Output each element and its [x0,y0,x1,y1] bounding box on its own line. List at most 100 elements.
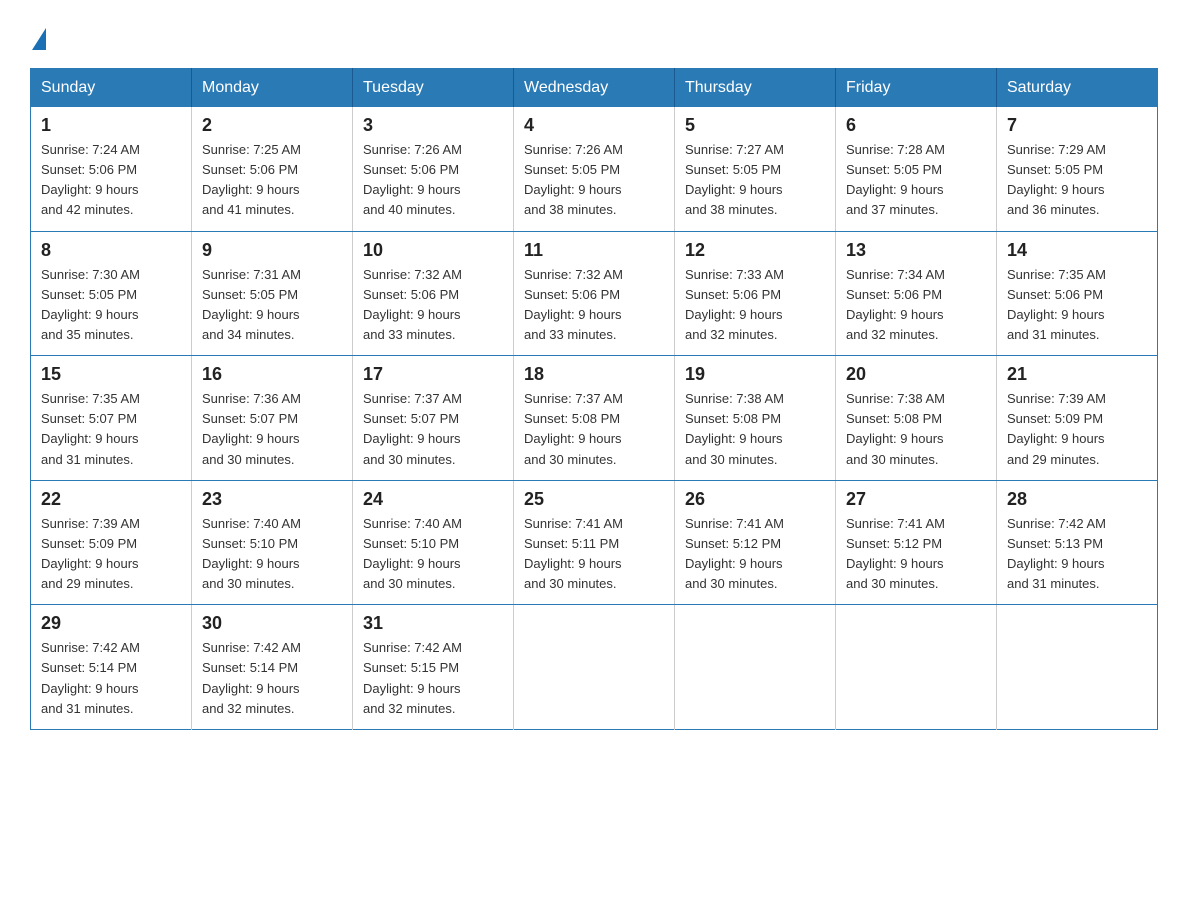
calendar-day-cell: 6 Sunrise: 7:28 AMSunset: 5:05 PMDaylight… [836,107,997,231]
day-number: 31 [363,613,503,634]
day-number: 6 [846,115,986,136]
calendar-day-cell [997,605,1158,730]
day-info: Sunrise: 7:24 AMSunset: 5:06 PMDaylight:… [41,140,181,221]
day-info: Sunrise: 7:41 AMSunset: 5:12 PMDaylight:… [846,514,986,595]
calendar-day-header-saturday: Saturday [997,69,1158,108]
calendar-day-cell: 30Sunrise: 7:42 AMSunset: 5:14 PMDayligh… [192,605,353,730]
day-info: Sunrise: 7:38 AMSunset: 5:08 PMDaylight:… [846,389,986,470]
calendar-day-cell [675,605,836,730]
day-number: 27 [846,489,986,510]
calendar-day-cell [836,605,997,730]
calendar-day-cell: 24 Sunrise: 7:40 AMSunset: 5:10 PMDayligh… [353,480,514,605]
day-info: Sunrise: 7:26 AMSunset: 5:05 PMDaylight:… [524,140,664,221]
day-info: Sunrise: 7:26 AMSunset: 5:06 PMDaylight:… [363,140,503,221]
calendar-day-cell: 12 Sunrise: 7:33 AMSunset: 5:06 PMDayligh… [675,231,836,356]
calendar-day-cell: 26Sunrise: 7:41 AMSunset: 5:12 PMDayligh… [675,480,836,605]
day-info: Sunrise: 7:31 AMSunset: 5:05 PMDaylight:… [202,265,342,346]
calendar-day-cell: 15Sunrise: 7:35 AMSunset: 5:07 PMDayligh… [31,356,192,481]
calendar-day-cell: 8 Sunrise: 7:30 AMSunset: 5:05 PMDaylight… [31,231,192,356]
day-info: Sunrise: 7:32 AMSunset: 5:06 PMDaylight:… [363,265,503,346]
day-number: 24 [363,489,503,510]
calendar-day-cell: 10 Sunrise: 7:32 AMSunset: 5:06 PMDayligh… [353,231,514,356]
calendar-day-cell: 18 Sunrise: 7:37 AMSunset: 5:08 PMDayligh… [514,356,675,481]
calendar-day-header-monday: Monday [192,69,353,108]
calendar-day-cell: 14 Sunrise: 7:35 AMSunset: 5:06 PMDayligh… [997,231,1158,356]
day-info: Sunrise: 7:38 AMSunset: 5:08 PMDaylight:… [685,389,825,470]
day-number: 29 [41,613,181,634]
calendar-day-header-thursday: Thursday [675,69,836,108]
calendar-day-cell: 27 Sunrise: 7:41 AMSunset: 5:12 PMDayligh… [836,480,997,605]
day-number: 5 [685,115,825,136]
day-info: Sunrise: 7:40 AMSunset: 5:10 PMDaylight:… [202,514,342,595]
day-info: Sunrise: 7:39 AMSunset: 5:09 PMDaylight:… [41,514,181,595]
day-info: Sunrise: 7:33 AMSunset: 5:06 PMDaylight:… [685,265,825,346]
day-info: Sunrise: 7:37 AMSunset: 5:08 PMDaylight:… [524,389,664,470]
logo [30,28,48,50]
calendar-day-header-wednesday: Wednesday [514,69,675,108]
calendar-day-cell: 21 Sunrise: 7:39 AMSunset: 5:09 PMDayligh… [997,356,1158,481]
page-header [30,20,1158,50]
day-number: 19 [685,364,825,385]
day-number: 13 [846,240,986,261]
calendar-day-cell: 13 Sunrise: 7:34 AMSunset: 5:06 PMDayligh… [836,231,997,356]
day-number: 20 [846,364,986,385]
day-number: 21 [1007,364,1147,385]
day-number: 12 [685,240,825,261]
day-number: 14 [1007,240,1147,261]
calendar-week-row: 1 Sunrise: 7:24 AMSunset: 5:06 PMDaylight… [31,107,1158,231]
calendar-day-cell: 4Sunrise: 7:26 AMSunset: 5:05 PMDaylight… [514,107,675,231]
calendar-week-row: 29 Sunrise: 7:42 AMSunset: 5:14 PMDayligh… [31,605,1158,730]
day-info: Sunrise: 7:42 AMSunset: 5:13 PMDaylight:… [1007,514,1147,595]
calendar-day-cell: 1 Sunrise: 7:24 AMSunset: 5:06 PMDaylight… [31,107,192,231]
calendar-day-header-tuesday: Tuesday [353,69,514,108]
day-info: Sunrise: 7:36 AMSunset: 5:07 PMDaylight:… [202,389,342,470]
day-info: Sunrise: 7:30 AMSunset: 5:05 PMDaylight:… [41,265,181,346]
calendar-day-cell: 29 Sunrise: 7:42 AMSunset: 5:14 PMDayligh… [31,605,192,730]
day-info: Sunrise: 7:42 AMSunset: 5:15 PMDaylight:… [363,638,503,719]
calendar-day-cell: 19 Sunrise: 7:38 AMSunset: 5:08 PMDayligh… [675,356,836,481]
day-info: Sunrise: 7:42 AMSunset: 5:14 PMDaylight:… [202,638,342,719]
day-number: 23 [202,489,342,510]
calendar-day-cell [514,605,675,730]
day-number: 18 [524,364,664,385]
day-info: Sunrise: 7:40 AMSunset: 5:10 PMDaylight:… [363,514,503,595]
day-number: 10 [363,240,503,261]
day-number: 11 [524,240,664,261]
day-number: 22 [41,489,181,510]
calendar-week-row: 22 Sunrise: 7:39 AMSunset: 5:09 PMDayligh… [31,480,1158,605]
calendar-day-cell: 3 Sunrise: 7:26 AMSunset: 5:06 PMDaylight… [353,107,514,231]
day-info: Sunrise: 7:34 AMSunset: 5:06 PMDaylight:… [846,265,986,346]
day-info: Sunrise: 7:29 AMSunset: 5:05 PMDaylight:… [1007,140,1147,221]
logo-triangle-icon [32,28,46,50]
day-number: 1 [41,115,181,136]
day-number: 9 [202,240,342,261]
calendar-day-header-friday: Friday [836,69,997,108]
day-info: Sunrise: 7:27 AMSunset: 5:05 PMDaylight:… [685,140,825,221]
day-info: Sunrise: 7:41 AMSunset: 5:12 PMDaylight:… [685,514,825,595]
calendar-day-cell: 25 Sunrise: 7:41 AMSunset: 5:11 PMDayligh… [514,480,675,605]
calendar-day-cell: 23 Sunrise: 7:40 AMSunset: 5:10 PMDayligh… [192,480,353,605]
day-info: Sunrise: 7:41 AMSunset: 5:11 PMDaylight:… [524,514,664,595]
day-info: Sunrise: 7:28 AMSunset: 5:05 PMDaylight:… [846,140,986,221]
day-number: 3 [363,115,503,136]
calendar-day-cell: 17Sunrise: 7:37 AMSunset: 5:07 PMDayligh… [353,356,514,481]
calendar-table: SundayMondayTuesdayWednesdayThursdayFrid… [30,68,1158,730]
day-info: Sunrise: 7:39 AMSunset: 5:09 PMDaylight:… [1007,389,1147,470]
day-info: Sunrise: 7:35 AMSunset: 5:06 PMDaylight:… [1007,265,1147,346]
day-info: Sunrise: 7:35 AMSunset: 5:07 PMDaylight:… [41,389,181,470]
day-number: 2 [202,115,342,136]
calendar-day-cell: 20 Sunrise: 7:38 AMSunset: 5:08 PMDayligh… [836,356,997,481]
day-number: 16 [202,364,342,385]
calendar-week-row: 8 Sunrise: 7:30 AMSunset: 5:05 PMDaylight… [31,231,1158,356]
day-info: Sunrise: 7:25 AMSunset: 5:06 PMDaylight:… [202,140,342,221]
calendar-day-cell: 2 Sunrise: 7:25 AMSunset: 5:06 PMDaylight… [192,107,353,231]
calendar-day-cell: 28Sunrise: 7:42 AMSunset: 5:13 PMDayligh… [997,480,1158,605]
calendar-day-cell: 5 Sunrise: 7:27 AMSunset: 5:05 PMDaylight… [675,107,836,231]
calendar-day-cell: 7Sunrise: 7:29 AMSunset: 5:05 PMDaylight… [997,107,1158,231]
day-number: 25 [524,489,664,510]
day-number: 8 [41,240,181,261]
day-info: Sunrise: 7:37 AMSunset: 5:07 PMDaylight:… [363,389,503,470]
day-info: Sunrise: 7:42 AMSunset: 5:14 PMDaylight:… [41,638,181,719]
day-info: Sunrise: 7:32 AMSunset: 5:06 PMDaylight:… [524,265,664,346]
calendar-day-cell: 22 Sunrise: 7:39 AMSunset: 5:09 PMDayligh… [31,480,192,605]
